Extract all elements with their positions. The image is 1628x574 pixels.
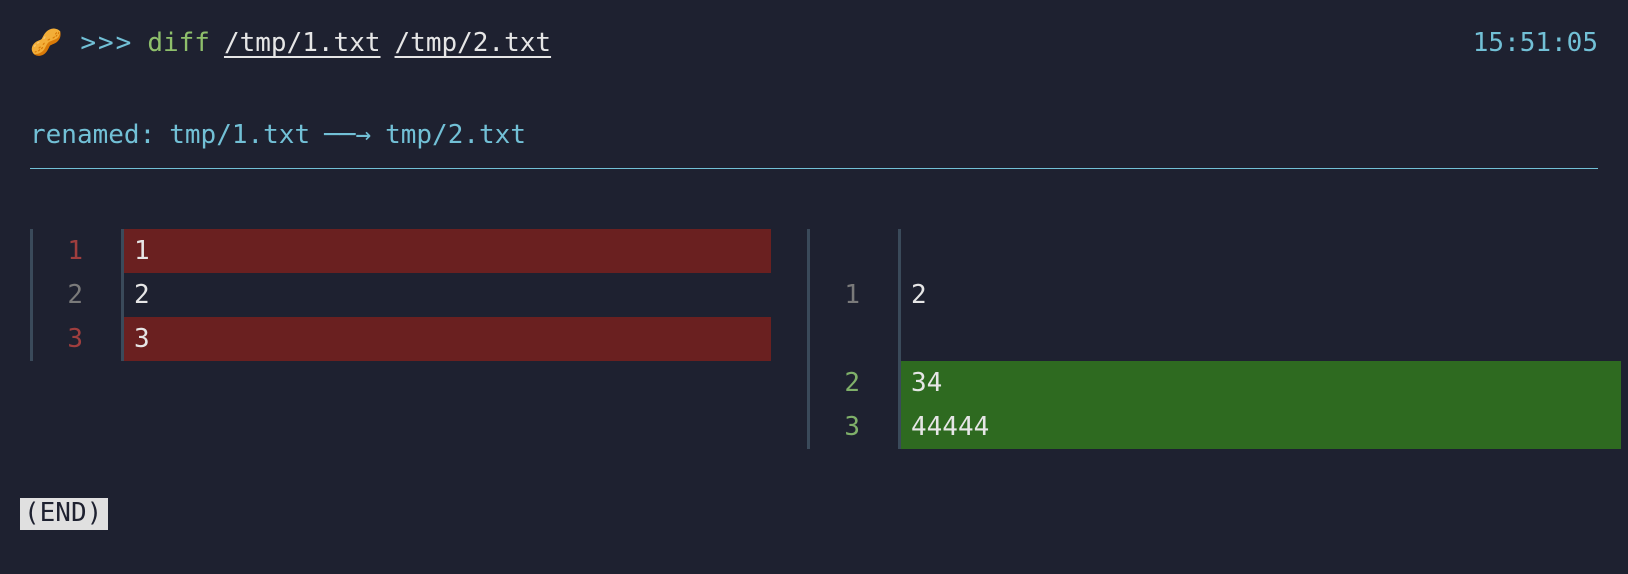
diff-line-unchanged: 2 [124,273,771,317]
diff-row: 3 44444 [807,405,1621,449]
prompt-arrows: >>> [80,28,133,58]
diff-line-removed: 1 [124,229,771,273]
line-number: 3 [33,317,121,361]
diff-row [807,229,1621,273]
renamed-label: renamed: [30,120,155,150]
command-arg-2: /tmp/2.txt [395,28,552,58]
divider [30,168,1598,169]
line-number: 3 [810,405,898,449]
diff-line-added: 44444 [901,405,1621,449]
line-number: 1 [810,273,898,317]
diff-line-empty [901,317,1621,361]
diff-row: 3 3 [30,317,771,361]
line-number: 2 [810,361,898,405]
timestamp: 15:51:05 [1473,28,1598,58]
diff-right-column: 1 2 2 34 3 44444 [807,229,1621,449]
diff-row: 1 1 [30,229,771,273]
diff-left-column: 1 1 2 2 3 3 [30,229,771,449]
line-number: 1 [33,229,121,273]
line-number [810,229,898,273]
renamed-header: renamed: tmp/1.txt ──→ tmp/2.txt [30,120,1598,150]
peanut-icon: 🥜 [30,28,62,58]
diff-row: 2 2 [30,273,771,317]
diff-row: 1 2 [807,273,1621,317]
diff-line-added: 34 [901,361,1621,405]
prompt-line: 🥜 >>> diff /tmp/1.txt /tmp/2.txt 15:51:0… [30,28,1598,58]
diff-row [807,317,1621,361]
arrow-right-icon: ──→ [324,120,371,150]
pager-end-marker[interactable]: (END) [20,498,108,530]
line-number [810,317,898,361]
diff-line-unchanged: 2 [901,273,1621,317]
diff-row: 2 34 [807,361,1621,405]
diff-line-empty [901,229,1621,273]
renamed-from: tmp/1.txt [169,120,310,150]
diff-line-removed: 3 [124,317,771,361]
diff-view: 1 1 2 2 3 3 1 2 [30,229,1598,449]
line-number: 2 [33,273,121,317]
command-arg-1: /tmp/1.txt [224,28,381,58]
renamed-to: tmp/2.txt [385,120,526,150]
command-name: diff [147,28,210,58]
